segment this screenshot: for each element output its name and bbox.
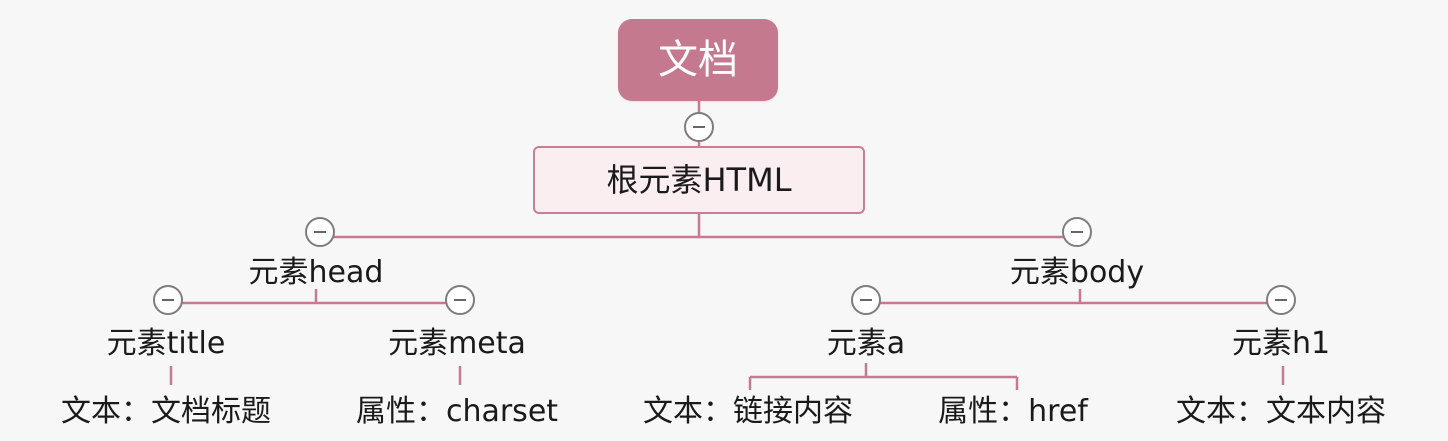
html-root-node[interactable]: 根元素HTML — [533, 146, 865, 214]
html-root-label: 根元素HTML — [606, 161, 792, 199]
root-document-label: 文档 — [658, 37, 738, 83]
root-document-node[interactable]: 文档 — [618, 19, 778, 101]
meta-node[interactable]: 元素meta — [388, 326, 526, 362]
title-text-leaf: 文本：文档标题 — [61, 394, 271, 429]
collapse-toggle-h1[interactable] — [1266, 285, 1296, 315]
body-node[interactable]: 元素body — [1010, 255, 1144, 291]
h1-text-leaf: 文本：文本内容 — [1176, 394, 1386, 429]
meta-attribute-leaf: 属性：charset — [355, 394, 559, 429]
collapse-toggle-head[interactable] — [305, 217, 335, 247]
collapse-toggle-a[interactable] — [851, 285, 881, 315]
a-text-leaf: 文本：链接内容 — [643, 394, 853, 429]
a-node[interactable]: 元素a — [827, 326, 905, 362]
collapse-toggle-root[interactable] — [684, 112, 714, 142]
collapse-toggle-body[interactable] — [1062, 217, 1092, 247]
title-node[interactable]: 元素title — [107, 326, 226, 362]
collapse-toggle-meta[interactable] — [445, 285, 475, 315]
collapse-toggle-title[interactable] — [153, 285, 183, 315]
dom-tree-diagram: 文档 根元素HTML 元素head 元素body 元素title 元素meta … — [0, 0, 1448, 441]
h1-node[interactable]: 元素h1 — [1232, 326, 1330, 362]
a-attribute-leaf: 属性：href — [938, 394, 1088, 429]
head-node[interactable]: 元素head — [249, 255, 384, 291]
